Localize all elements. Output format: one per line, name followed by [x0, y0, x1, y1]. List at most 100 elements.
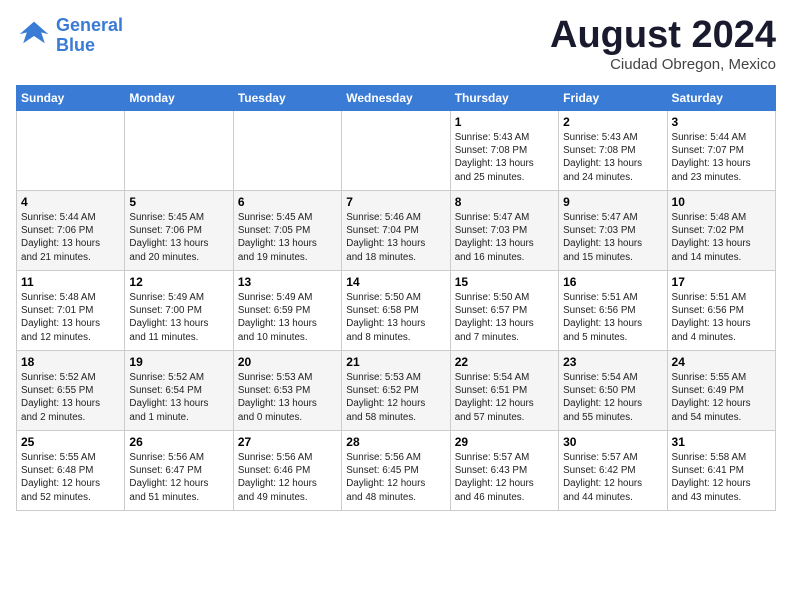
- cell-info: and 46 minutes.: [455, 491, 554, 504]
- cell-info: Sunrise: 5:48 AM: [672, 211, 771, 224]
- cell-info: Sunset: 6:41 PM: [672, 464, 771, 477]
- cell-info: and 25 minutes.: [455, 171, 554, 184]
- cell-info: Sunrise: 5:49 AM: [238, 291, 337, 304]
- cell-info: and 11 minutes.: [129, 331, 228, 344]
- cell-info: and 58 minutes.: [346, 411, 445, 424]
- calendar-cell: 22Sunrise: 5:54 AMSunset: 6:51 PMDayligh…: [450, 351, 558, 431]
- day-number: 17: [672, 275, 771, 289]
- cell-info: Sunset: 7:03 PM: [455, 224, 554, 237]
- calendar-cell: 30Sunrise: 5:57 AMSunset: 6:42 PMDayligh…: [559, 431, 667, 511]
- cell-info: Sunset: 6:53 PM: [238, 384, 337, 397]
- cell-info: Daylight: 12 hours: [672, 477, 771, 490]
- calendar-cell: 20Sunrise: 5:53 AMSunset: 6:53 PMDayligh…: [233, 351, 341, 431]
- day-header-sunday: Sunday: [17, 86, 125, 111]
- cell-info: Sunset: 7:04 PM: [346, 224, 445, 237]
- cell-info: Sunset: 6:51 PM: [455, 384, 554, 397]
- cell-info: Sunset: 6:46 PM: [238, 464, 337, 477]
- cell-info: and 19 minutes.: [238, 251, 337, 264]
- calendar-cell: 11Sunrise: 5:48 AMSunset: 7:01 PMDayligh…: [17, 271, 125, 351]
- cell-info: and 54 minutes.: [672, 411, 771, 424]
- calendar-cell: 8Sunrise: 5:47 AMSunset: 7:03 PMDaylight…: [450, 191, 558, 271]
- cell-info: Daylight: 13 hours: [21, 397, 120, 410]
- cell-info: and 52 minutes.: [21, 491, 120, 504]
- cell-info: Sunrise: 5:45 AM: [238, 211, 337, 224]
- cell-info: and 0 minutes.: [238, 411, 337, 424]
- cell-info: Sunset: 6:54 PM: [129, 384, 228, 397]
- calendar-cell: 28Sunrise: 5:56 AMSunset: 6:45 PMDayligh…: [342, 431, 450, 511]
- day-number: 1: [455, 115, 554, 129]
- day-number: 10: [672, 195, 771, 209]
- day-number: 20: [238, 355, 337, 369]
- day-number: 23: [563, 355, 662, 369]
- day-number: 30: [563, 435, 662, 449]
- cell-info: Sunrise: 5:51 AM: [672, 291, 771, 304]
- logo-icon: [16, 18, 52, 54]
- day-number: 5: [129, 195, 228, 209]
- cell-info: Sunset: 6:56 PM: [672, 304, 771, 317]
- day-number: 11: [21, 275, 120, 289]
- cell-info: and 24 minutes.: [563, 171, 662, 184]
- cell-info: Daylight: 13 hours: [238, 397, 337, 410]
- cell-info: Sunrise: 5:46 AM: [346, 211, 445, 224]
- cell-info: and 7 minutes.: [455, 331, 554, 344]
- day-number: 31: [672, 435, 771, 449]
- cell-info: Sunset: 7:05 PM: [238, 224, 337, 237]
- location-subtitle: Ciudad Obregon, Mexico: [550, 56, 776, 73]
- cell-info: and 14 minutes.: [672, 251, 771, 264]
- logo: General Blue: [16, 16, 123, 56]
- day-header-tuesday: Tuesday: [233, 86, 341, 111]
- day-number: 14: [346, 275, 445, 289]
- cell-info: Sunset: 7:01 PM: [21, 304, 120, 317]
- cell-info: Daylight: 13 hours: [129, 237, 228, 250]
- cell-info: Sunset: 6:48 PM: [21, 464, 120, 477]
- title-block: August 2024 Ciudad Obregon, Mexico: [550, 16, 776, 73]
- cell-info: Sunrise: 5:43 AM: [455, 131, 554, 144]
- calendar-cell: [342, 111, 450, 191]
- cell-info: Sunset: 7:08 PM: [563, 144, 662, 157]
- calendar-cell: 6Sunrise: 5:45 AMSunset: 7:05 PMDaylight…: [233, 191, 341, 271]
- cell-info: Daylight: 12 hours: [238, 477, 337, 490]
- calendar-cell: 3Sunrise: 5:44 AMSunset: 7:07 PMDaylight…: [667, 111, 775, 191]
- cell-info: Daylight: 13 hours: [129, 397, 228, 410]
- cell-info: Sunset: 7:00 PM: [129, 304, 228, 317]
- cell-info: Sunset: 6:47 PM: [129, 464, 228, 477]
- cell-info: Daylight: 13 hours: [672, 157, 771, 170]
- calendar-week-row: 4Sunrise: 5:44 AMSunset: 7:06 PMDaylight…: [17, 191, 776, 271]
- day-number: 28: [346, 435, 445, 449]
- calendar-cell: 13Sunrise: 5:49 AMSunset: 6:59 PMDayligh…: [233, 271, 341, 351]
- cell-info: Sunset: 6:45 PM: [346, 464, 445, 477]
- cell-info: Daylight: 13 hours: [346, 237, 445, 250]
- calendar-cell: 7Sunrise: 5:46 AMSunset: 7:04 PMDaylight…: [342, 191, 450, 271]
- cell-info: Sunset: 6:43 PM: [455, 464, 554, 477]
- cell-info: Daylight: 12 hours: [672, 397, 771, 410]
- day-number: 16: [563, 275, 662, 289]
- calendar-cell: [17, 111, 125, 191]
- cell-info: Sunset: 7:02 PM: [672, 224, 771, 237]
- cell-info: Daylight: 13 hours: [672, 317, 771, 330]
- cell-info: Daylight: 12 hours: [563, 477, 662, 490]
- cell-info: Daylight: 13 hours: [346, 317, 445, 330]
- cell-info: Sunset: 6:56 PM: [563, 304, 662, 317]
- cell-info: and 4 minutes.: [672, 331, 771, 344]
- cell-info: Sunset: 7:07 PM: [672, 144, 771, 157]
- calendar-cell: 14Sunrise: 5:50 AMSunset: 6:58 PMDayligh…: [342, 271, 450, 351]
- calendar-table: SundayMondayTuesdayWednesdayThursdayFrid…: [16, 85, 776, 511]
- cell-info: Sunrise: 5:52 AM: [129, 371, 228, 384]
- cell-info: and 5 minutes.: [563, 331, 662, 344]
- page-header: General Blue August 2024 Ciudad Obregon,…: [16, 16, 776, 73]
- calendar-cell: 10Sunrise: 5:48 AMSunset: 7:02 PMDayligh…: [667, 191, 775, 271]
- cell-info: Sunrise: 5:54 AM: [455, 371, 554, 384]
- calendar-cell: 16Sunrise: 5:51 AMSunset: 6:56 PMDayligh…: [559, 271, 667, 351]
- cell-info: Sunrise: 5:57 AM: [563, 451, 662, 464]
- day-header-wednesday: Wednesday: [342, 86, 450, 111]
- cell-info: Daylight: 13 hours: [455, 157, 554, 170]
- cell-info: Sunset: 7:06 PM: [21, 224, 120, 237]
- cell-info: and 18 minutes.: [346, 251, 445, 264]
- cell-info: Daylight: 13 hours: [129, 317, 228, 330]
- cell-info: Sunset: 7:03 PM: [563, 224, 662, 237]
- cell-info: and 2 minutes.: [21, 411, 120, 424]
- day-number: 8: [455, 195, 554, 209]
- cell-info: Daylight: 12 hours: [346, 397, 445, 410]
- calendar-header-row: SundayMondayTuesdayWednesdayThursdayFrid…: [17, 86, 776, 111]
- cell-info: Sunset: 6:52 PM: [346, 384, 445, 397]
